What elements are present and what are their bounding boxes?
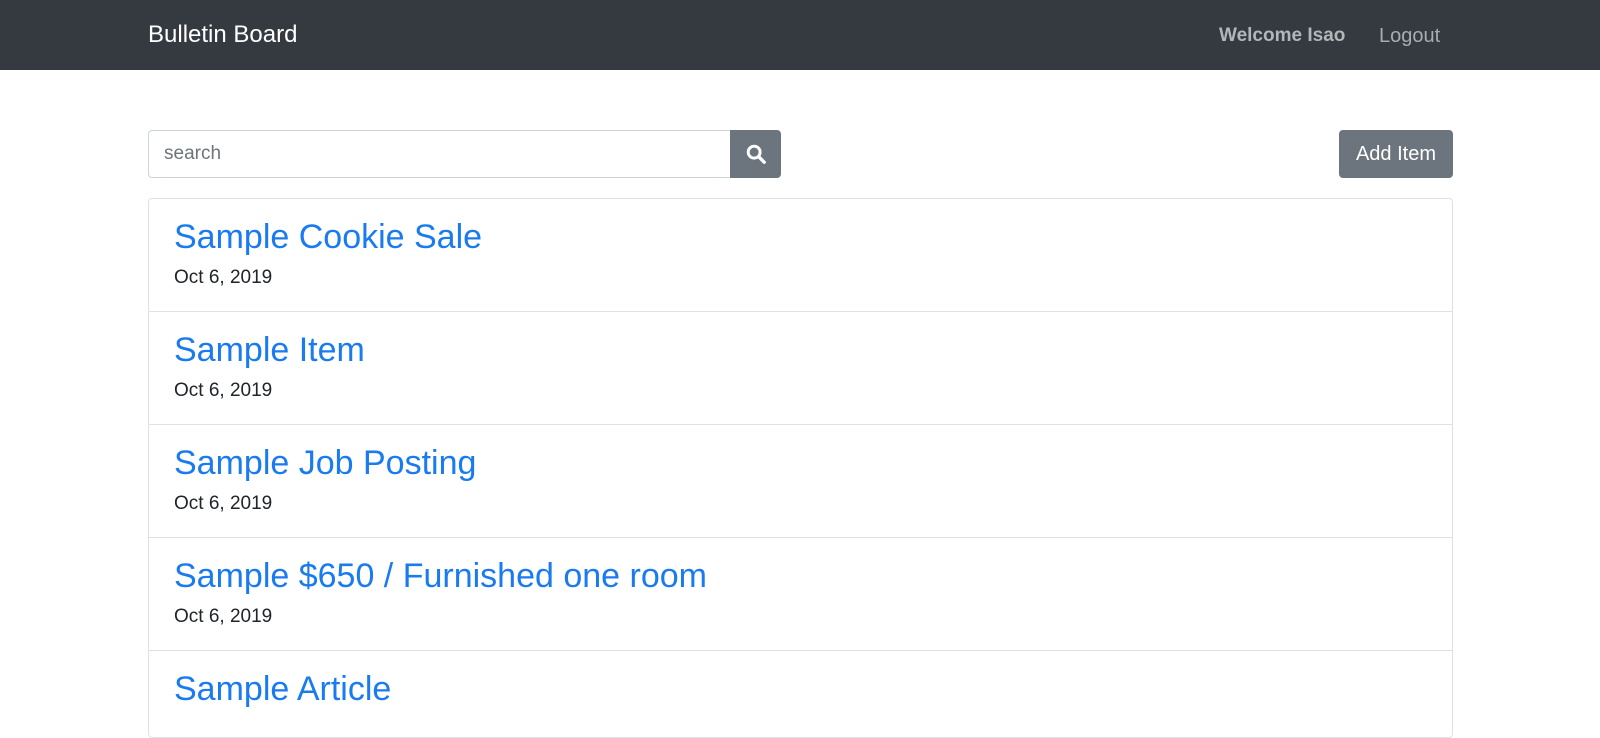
search-input[interactable]: [148, 130, 730, 178]
item-date: Oct 6, 2019: [174, 380, 273, 401]
logout-link[interactable]: Logout: [1379, 24, 1440, 48]
search-icon: [746, 144, 766, 164]
navbar: Bulletin Board Welcome Isao Logout: [0, 0, 1600, 70]
list-item: Sample Cookie Sale Oct 6, 2019: [149, 199, 1452, 312]
list-item: Sample Item Oct 6, 2019: [149, 312, 1452, 425]
item-title-link[interactable]: Sample $650 / Furnished one room: [174, 556, 1427, 596]
welcome-user-text[interactable]: Welcome Isao: [1219, 24, 1345, 48]
add-item-button[interactable]: Add Item: [1339, 130, 1453, 178]
list-item: Sample Job Posting Oct 6, 2019: [149, 425, 1452, 538]
list-item: Sample $650 / Furnished one room Oct 6, …: [149, 538, 1452, 651]
item-title-link[interactable]: Sample Job Posting: [174, 443, 1427, 483]
item-title-link[interactable]: Sample Article: [174, 669, 1427, 709]
item-title-link[interactable]: Sample Item: [174, 330, 1427, 370]
item-list: Sample Cookie Sale Oct 6, 2019 Sample It…: [148, 198, 1453, 738]
list-item: Sample Article: [149, 651, 1452, 737]
item-date: Oct 6, 2019: [174, 493, 273, 514]
brand-link[interactable]: Bulletin Board: [148, 21, 297, 49]
item-date: Oct 6, 2019: [174, 267, 273, 288]
item-date: Oct 6, 2019: [174, 606, 273, 627]
item-title-link[interactable]: Sample Cookie Sale: [174, 217, 1427, 257]
search-button[interactable]: [730, 130, 781, 178]
